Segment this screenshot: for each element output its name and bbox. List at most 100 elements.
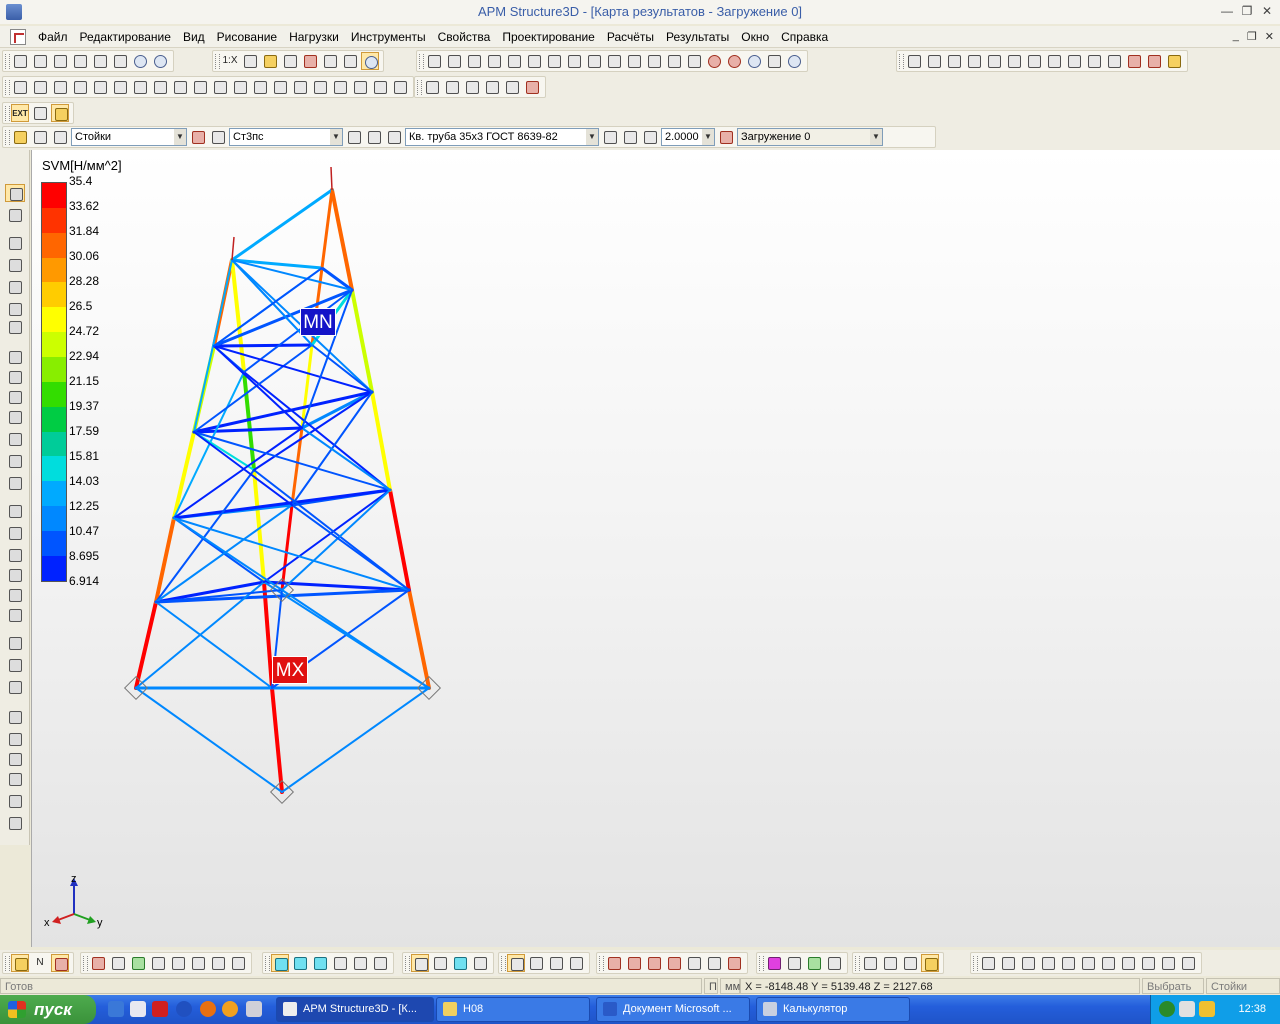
profile-icon[interactable] [351,954,369,972]
node-icon[interactable] [5,234,25,252]
extrude-icon[interactable] [5,634,25,652]
show-wind-icon[interactable] [685,954,703,972]
color-layer-icon[interactable] [825,954,843,972]
orient-beam-icon[interactable] [601,128,619,146]
plane-icon[interactable] [331,954,349,972]
ie-icon[interactable] [108,1001,124,1017]
cube-icon[interactable] [371,954,389,972]
element-numbers-icon[interactable] [89,954,107,972]
menu-edit[interactable]: Редактирование [74,27,177,47]
zoom-out-icon[interactable] [725,52,743,70]
analysis-icon[interactable] [979,954,997,972]
move-node-icon[interactable] [925,52,943,70]
mesh-icon[interactable] [5,708,25,726]
beam-chain-icon[interactable] [5,300,25,318]
box-icon[interactable] [5,566,25,584]
media-icon[interactable] [222,1001,238,1017]
load-case-select[interactable]: Загружение 0 ▼ [737,128,883,146]
table-view-icon[interactable] [921,954,939,972]
show-plates-icon[interactable] [431,954,449,972]
color-green-icon[interactable] [805,954,823,972]
layers-icon[interactable] [31,128,49,146]
spring-element-icon[interactable] [5,408,25,426]
snap-icon[interactable] [261,52,279,70]
chevron-down-icon[interactable]: ▼ [870,129,882,145]
task-folder[interactable]: H08 [436,997,590,1022]
show-forces-icon[interactable] [507,954,525,972]
view-left-icon[interactable] [485,52,503,70]
menu-window[interactable]: Окно [735,27,775,47]
view-bottom-icon[interactable] [545,52,563,70]
fill-icon[interactable] [129,954,147,972]
view-back-icon[interactable] [465,52,483,70]
mass-icon[interactable] [211,78,229,96]
restore-icon[interactable]: ❐ [1240,2,1254,20]
snow-load-icon[interactable] [171,78,189,96]
line-tool-icon[interactable] [901,954,919,972]
mesh-split-icon[interactable] [5,770,25,788]
node-coords-icon[interactable] [5,256,25,274]
view-top-icon[interactable] [525,52,543,70]
color-magenta-icon[interactable] [765,954,783,972]
show-displacements-icon[interactable] [645,954,663,972]
mdi-close-icon[interactable]: ✕ [1265,30,1274,43]
chevron-down-icon[interactable]: ▼ [586,129,598,145]
tray-network-icon[interactable] [1179,1001,1195,1017]
mdi-minimize-icon[interactable]: _ [1233,30,1239,43]
material-icon[interactable] [189,128,207,146]
pointer-snap-icon[interactable] [281,52,299,70]
grid-icon[interactable] [241,52,259,70]
view-iso4-icon[interactable] [625,52,643,70]
menu-file[interactable]: Файл [32,27,74,47]
measure-icon[interactable] [1125,52,1143,70]
elastic-support-icon[interactable] [483,78,501,96]
trapezoid-load-icon[interactable] [71,78,89,96]
save-icon[interactable] [51,52,69,70]
layer-icon[interactable] [11,128,29,146]
new-file-icon[interactable] [11,52,29,70]
prism-icon[interactable] [5,586,25,604]
dimension-line-icon[interactable] [5,474,25,492]
move-icon[interactable] [321,52,339,70]
arc-icon[interactable] [5,388,25,406]
close-icon[interactable]: ✕ [1260,2,1274,20]
paste-icon[interactable] [111,52,129,70]
open-file-icon[interactable] [31,52,49,70]
show-mass-icon[interactable] [725,954,743,972]
extend-icon[interactable] [1045,52,1063,70]
chamfer-icon[interactable] [1085,52,1103,70]
task-calculator[interactable]: Калькулятор [756,997,910,1022]
mesh-check-icon[interactable] [5,814,25,832]
fillet-icon[interactable] [1105,52,1123,70]
pinned-support-icon[interactable] [443,78,461,96]
redo-icon[interactable] [151,52,169,70]
crosshair-icon[interactable] [341,52,359,70]
beam-icon[interactable] [5,278,25,296]
align-icon[interactable] [169,954,187,972]
stiffness-center-icon[interactable] [881,954,899,972]
rigid-link-icon[interactable] [311,78,329,96]
menu-design[interactable]: Проектирование [496,27,601,47]
show-beams-icon[interactable] [411,954,429,972]
target-icon[interactable] [361,52,379,70]
start-button[interactable]: пуск [0,995,96,1024]
dimension-icon[interactable] [1165,52,1183,70]
translate-icon[interactable] [1005,52,1023,70]
mass-center-icon[interactable] [861,954,879,972]
delete-support-icon[interactable] [523,78,541,96]
copy-elements-icon[interactable] [965,52,983,70]
snap-lines-icon[interactable] [209,954,227,972]
select-window-icon[interactable] [5,184,25,202]
node-display-icon[interactable] [11,954,29,972]
spring-icon[interactable] [331,78,349,96]
task-apm[interactable]: APM Structure3D - [К... [276,997,434,1022]
pressure-icon[interactable] [191,78,209,96]
network-icon[interactable] [685,52,703,70]
show-pressure-icon[interactable] [567,954,585,972]
orient-beam-2-icon[interactable] [621,128,639,146]
color-plane-icon[interactable] [785,954,803,972]
mesh-refine-icon[interactable] [5,730,25,748]
buckling-icon[interactable] [1059,954,1077,972]
load-case-icon[interactable] [717,128,735,146]
menu-calculations[interactable]: Расчёты [601,27,660,47]
